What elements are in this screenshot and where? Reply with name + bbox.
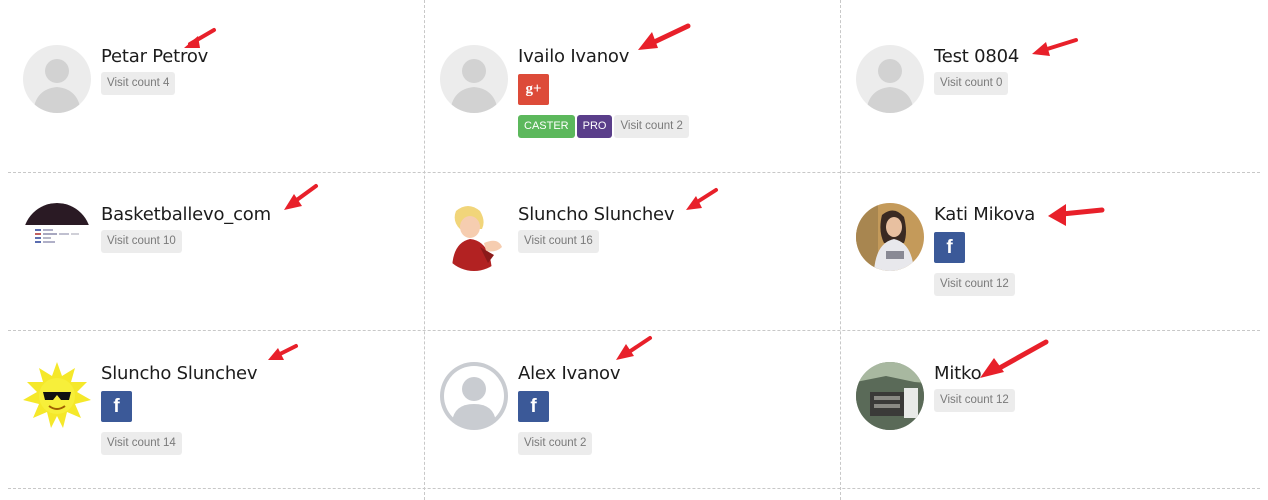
user-name[interactable]: Basketballevo_com (101, 203, 416, 227)
pro-tag: PRO (576, 115, 613, 138)
facebook-icon[interactable]: f (101, 391, 132, 422)
sun-sunglasses-avatar[interactable] (23, 362, 91, 430)
facebook-icon[interactable]: f (518, 391, 549, 422)
user-card[interactable]: Sluncho Slunchev Visit count 16 (440, 203, 840, 353)
user-card[interactable]: Sluncho Slunchev f Visit count 14 (23, 362, 423, 500)
visit-count-badge: Visit count 2 (614, 115, 689, 138)
annotation-arrow-icon (638, 23, 691, 50)
default-avatar-icon[interactable] (856, 45, 924, 113)
visit-count-badge: Visit count 10 (101, 230, 182, 253)
user-name[interactable]: Sluncho Slunchev (518, 203, 833, 227)
column-divider (840, 0, 841, 500)
annotation-arrow-icon (980, 339, 1049, 378)
google-plus-icon[interactable]: g+ (518, 74, 549, 105)
photo-avatar[interactable] (856, 203, 924, 271)
cartoon-woman-avatar[interactable] (440, 203, 508, 271)
photo-avatar[interactable] (856, 362, 924, 430)
caster-tag: CASTER (518, 115, 575, 138)
visit-count-badge: Visit count 12 (934, 389, 1015, 412)
user-name[interactable]: Petar Petrov (101, 45, 416, 69)
annotation-arrow-icon (1048, 204, 1105, 226)
visit-count-badge: Visit count 12 (934, 273, 1015, 296)
user-name[interactable]: Sluncho Slunchev (101, 362, 416, 386)
annotation-arrow-icon (1032, 38, 1078, 56)
facebook-icon[interactable]: f (934, 232, 965, 263)
annotation-arrow-icon (268, 344, 298, 360)
site-screenshot-avatar[interactable] (23, 203, 91, 271)
user-name[interactable]: Test 0804 (934, 45, 1249, 69)
annotation-arrow-icon (616, 336, 652, 360)
user-card[interactable]: Ivailo Ivanov g+ CASTER PRO Visit count 2 (440, 45, 840, 195)
user-name[interactable]: Alex Ivanov (518, 362, 833, 386)
visit-count-badge: Visit count 0 (934, 72, 1009, 95)
user-grid: Petar Petrov Visit count 4 Ivailo Ivanov… (0, 0, 1268, 500)
annotation-arrow-icon (184, 28, 216, 48)
visit-count-badge: Visit count 16 (518, 230, 599, 253)
user-card[interactable]: Petar Petrov Visit count 4 (23, 45, 423, 195)
facebook-default-avatar[interactable] (440, 362, 508, 430)
column-divider (424, 0, 425, 500)
default-avatar-icon[interactable] (23, 45, 91, 113)
user-card[interactable]: Alex Ivanov f Visit count 2 (440, 362, 840, 500)
user-card[interactable]: Basketballevo_com Visit count 10 (23, 203, 423, 353)
annotation-arrow-icon (284, 184, 318, 210)
user-card[interactable]: Test 0804 Visit count 0 (856, 45, 1256, 195)
visit-count-badge: Visit count 14 (101, 432, 182, 455)
visit-count-badge: Visit count 2 (518, 432, 593, 455)
annotation-arrow-icon (686, 188, 718, 210)
visit-count-badge: Visit count 4 (101, 72, 176, 95)
default-avatar-icon[interactable] (440, 45, 508, 113)
user-card[interactable]: Mitko Visit count 12 (856, 362, 1256, 500)
